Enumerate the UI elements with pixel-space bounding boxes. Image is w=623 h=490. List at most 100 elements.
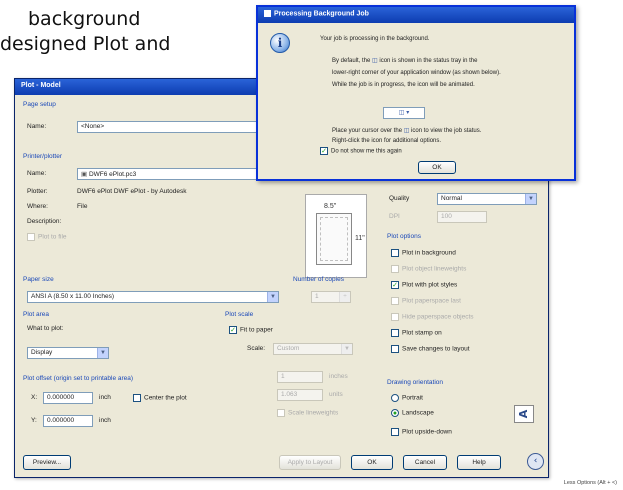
plot-to-file-label: Plot to file [38, 233, 67, 241]
less-options-footer[interactable]: Less Options (Alt + <) [564, 480, 617, 486]
plot-option-label: Plot stamp on [402, 329, 442, 337]
center-plot-checkbox[interactable]: Center the plot [133, 394, 187, 402]
plot-scale-label: Plot scale [225, 311, 254, 318]
offset-x-unit: inch [99, 394, 111, 401]
apply-to-layout-button[interactable]: Apply to Layout [279, 455, 341, 470]
popup-line2a: By default, the [332, 58, 371, 64]
paper-preview: 8.5" 11" [305, 194, 367, 278]
background-text-line1: background [28, 8, 141, 30]
landscape-radio[interactable]: ● Landscape [391, 409, 434, 417]
checkbox-box [391, 313, 399, 321]
status-tray-preview: ◫ ▾ [383, 107, 425, 119]
printer-label: Printer/plotter [23, 153, 63, 160]
popup-line2b: icon is shown in the status tray in the [379, 58, 478, 64]
center-plot-label: Center the plot [144, 394, 187, 402]
chevron-down-icon: ▼ [97, 348, 108, 358]
plot-option-label: Hide paperspace objects [402, 313, 474, 321]
printer-name-value: DWF6 ePlot.pc3 [88, 171, 137, 178]
page-setup-name-value: <None> [81, 123, 105, 130]
description-label: Description: [27, 218, 62, 225]
what-to-plot-value: Display [31, 349, 53, 356]
plot-option-checkbox[interactable]: Plot stamp on [391, 329, 442, 337]
popup-line4: While the job is in progress, the icon w… [332, 82, 475, 88]
portrait-radio[interactable]: Portrait [391, 394, 423, 402]
printer-name-select[interactable]: ▣ DWF6 ePlot.pc3 [77, 168, 277, 180]
scale-lineweights-checkbox[interactable]: Scale lineweights [277, 409, 338, 417]
fit-to-paper-label: Fit to paper [240, 326, 273, 334]
printable-area [320, 217, 348, 261]
page: background designed Plot and Plot - Mode… [0, 0, 623, 490]
offset-y-label: Y: [31, 417, 37, 424]
where-label: Where: [27, 203, 48, 210]
scale-label: Scale: [247, 345, 266, 352]
popup-line6: Right-click the icon for additional opti… [332, 138, 442, 144]
chevron-down-icon: ▼ [341, 344, 352, 354]
paper-size-label: Paper size [23, 276, 54, 283]
popup-ok-button[interactable]: OK [418, 161, 456, 174]
dpi-label: DPI [389, 213, 400, 220]
copies-stepper[interactable]: 1 ÷ [311, 291, 351, 303]
popup-line2: By default, the ◫ icon is shown in the s… [332, 57, 477, 66]
popup-line1: Your job is processing in the background… [320, 36, 430, 42]
landscape-label: Landscape [402, 409, 434, 417]
preview-button[interactable]: Preview... [23, 455, 71, 470]
plotter-value: DWF6 ePlot DWF ePlot - by Autodesk [77, 188, 187, 195]
plot-option-label: Plot in background [402, 249, 456, 257]
fit-to-paper-checkbox[interactable]: ✓ Fit to paper [229, 326, 273, 334]
checkbox-box [391, 265, 399, 273]
cancel-button[interactable]: Cancel [403, 455, 447, 470]
paper-preview-sheet [316, 213, 352, 265]
stepper-icon: ÷ [339, 292, 350, 302]
dont-show-label: Do not show me this again [331, 148, 402, 155]
checkbox-box [391, 249, 399, 257]
scale-inches-unit: inches [329, 373, 348, 380]
scale-units-unit: units [329, 391, 343, 398]
paper-size-select[interactable]: ANSI A (8.50 x 11.00 Inches) ▼ [27, 291, 279, 303]
printer-icon: ▣ [81, 171, 89, 178]
checkbox-box [391, 329, 399, 337]
offset-x-input[interactable]: 0.000000 [43, 392, 93, 404]
copies-value: 1 [315, 293, 319, 300]
plot-option-checkbox[interactable]: ✓ Plot with plot styles [391, 281, 457, 289]
plot-to-file-checkbox[interactable]: Plot to file [27, 233, 67, 241]
dont-show-checkbox[interactable]: ✓ Do not show me this again [320, 147, 402, 155]
popup-title: Processing Background Job [258, 7, 574, 23]
help-button[interactable]: Help [457, 455, 501, 470]
printer-name-label: Name: [27, 170, 47, 177]
upside-down-checkbox[interactable]: Plot upside-down [391, 428, 452, 436]
plot-option-label: Plot paperspace last [402, 297, 461, 305]
paper-width-dim: 8.5" [324, 203, 337, 210]
offset-y-input[interactable]: 0.000000 [43, 415, 93, 427]
scale-select[interactable]: Custom ▼ [273, 343, 353, 355]
quality-select[interactable]: Normal ▼ [437, 193, 537, 205]
copies-label: Number of copies [293, 276, 344, 283]
what-to-plot-select[interactable]: Display ▼ [27, 347, 109, 359]
plotter-label: Plotter: [27, 188, 48, 195]
plot-option-checkbox[interactable]: Hide paperspace objects [391, 313, 474, 321]
chevron-down-icon: ▼ [267, 292, 278, 302]
scale-units-input[interactable]: 1.063 [277, 389, 323, 401]
paper-size-value: ANSI A (8.50 x 11.00 Inches) [31, 293, 114, 300]
upside-down-label: Plot upside-down [402, 428, 452, 436]
ok-button[interactable]: OK [351, 455, 393, 470]
plot-option-checkbox[interactable]: Plot object lineweights [391, 265, 466, 273]
scale-inches-input[interactable]: 1 [277, 371, 323, 383]
plot-option-checkbox[interactable]: Save changes to layout [391, 345, 470, 353]
plot-tray-icon: ◫ [372, 58, 378, 64]
less-options-icon[interactable]: ‹ [527, 453, 544, 470]
portrait-label: Portrait [402, 394, 423, 402]
page-setup-name-select[interactable]: <None> ▼ [77, 121, 277, 133]
offset-x-label: X: [31, 394, 38, 401]
page-setup-name-label: Name: [27, 123, 47, 130]
popup-line5a: Place your cursor over the [332, 128, 403, 134]
dpi-input[interactable]: 100 [437, 211, 487, 223]
page-setup-label: Page setup [23, 101, 56, 108]
plot-option-checkbox[interactable]: Plot in background [391, 249, 456, 257]
what-to-plot-label: What to plot: [27, 325, 64, 332]
plot-option-label: Plot object lineweights [402, 265, 467, 273]
paper-height-dim: 11" [355, 235, 365, 242]
plot-option-checkbox[interactable]: Plot paperspace last [391, 297, 461, 305]
quality-label: Quality [389, 195, 410, 202]
plot-option-label: Save changes to layout [402, 345, 470, 353]
checkbox-box [391, 297, 399, 305]
